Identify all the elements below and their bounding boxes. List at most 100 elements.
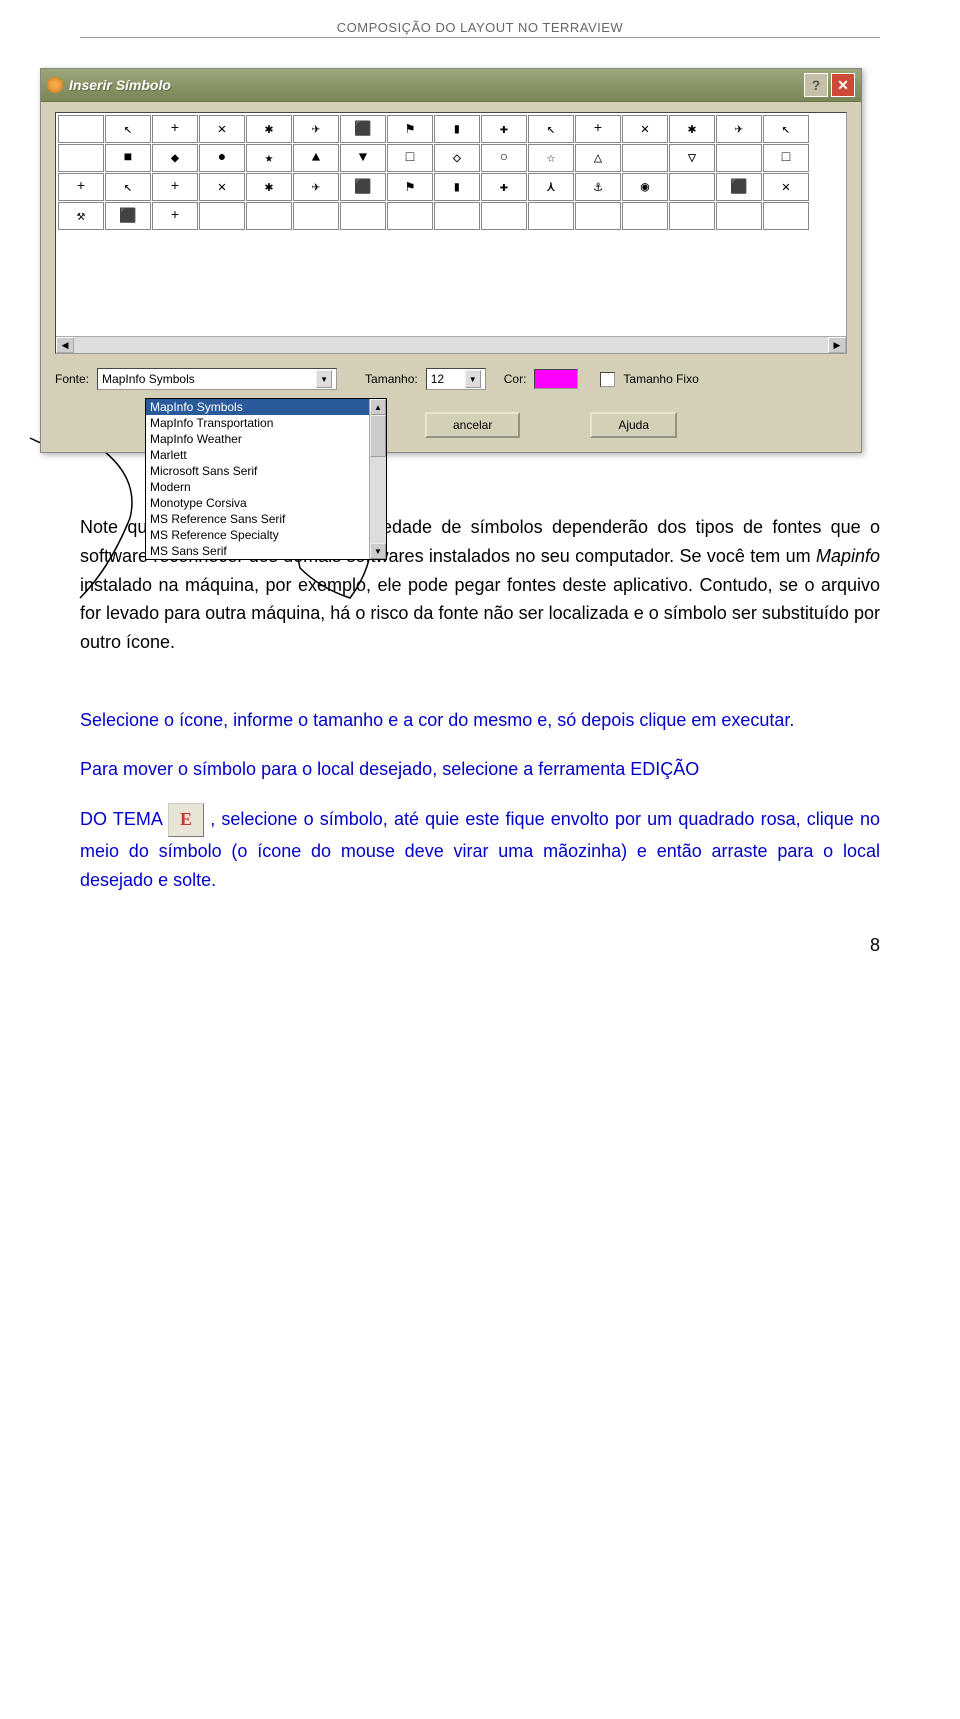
symbol-cell[interactable]: ◉ [622,173,668,201]
symbol-cell[interactable] [622,202,668,230]
symbol-cell[interactable]: ✱ [246,173,292,201]
symbol-cell[interactable]: ⚓ [575,173,621,201]
cor-label: Cor: [504,372,527,386]
scroll-right-icon[interactable]: ▶ [828,337,846,353]
symbol-cell[interactable]: ⬛ [340,115,386,143]
symbol-cell[interactable]: ◆ [152,144,198,172]
symbol-cell[interactable]: ✈ [716,115,762,143]
dropdown-option[interactable]: MapInfo Weather [146,431,386,447]
fonte-label: Fonte: [55,372,89,386]
symbol-cell[interactable] [58,115,104,143]
chevron-down-icon[interactable]: ▼ [316,370,332,388]
symbol-cell[interactable]: ■ [105,144,151,172]
symbol-cell[interactable]: ▲ [293,144,339,172]
help-icon[interactable]: ? [804,73,828,97]
symbol-cell[interactable]: ⬛ [105,202,151,230]
symbol-cell[interactable]: ✚ [481,115,527,143]
color-picker[interactable] [534,369,578,389]
tamanho-fixo-checkbox[interactable] [600,372,615,387]
symbol-cell[interactable]: ↖ [105,115,151,143]
fonte-dropdown[interactable]: MapInfo Symbols ▼ [97,368,337,390]
symbol-cell[interactable]: ✚ [481,173,527,201]
symbol-cell[interactable]: ↖ [528,115,574,143]
cancelar-button[interactable]: ancelar [425,412,520,438]
symbol-cell[interactable] [763,202,809,230]
symbol-cell[interactable] [434,202,480,230]
symbol-cell[interactable]: ▽ [669,144,715,172]
dropdown-option[interactable]: MapInfo Symbols [146,399,386,415]
symbol-cell[interactable]: ⬛ [340,173,386,201]
symbol-cell[interactable] [293,202,339,230]
symbol-cell[interactable]: ✕ [199,173,245,201]
scroll-down-icon[interactable]: ▼ [370,543,386,559]
symbol-cell[interactable]: □ [763,144,809,172]
symbol-cell[interactable]: + [152,115,198,143]
symbol-cell[interactable]: ▮ [434,115,480,143]
dropdown-option[interactable]: MS Reference Sans Serif [146,511,386,527]
symbol-cell[interactable]: ● [199,144,245,172]
paragraph-3: Para mover o símbolo para o local deseja… [80,755,880,784]
symbol-cell[interactable]: ★ [246,144,292,172]
dropdown-option[interactable]: Modern [146,479,386,495]
symbol-cell[interactable] [199,202,245,230]
symbol-cell[interactable]: ✕ [763,173,809,201]
symbol-cell[interactable]: ↖ [105,173,151,201]
symbol-cell[interactable]: + [152,173,198,201]
symbol-cell[interactable] [669,202,715,230]
tamanho-value: 12 [431,372,444,386]
dropdown-option[interactable]: MS Sans Serif [146,543,386,559]
insert-symbol-dialog: Inserir Símbolo ? ✕ ↖+✕✱✈⬛⚑▮✚↖+✕✱✈↖■◆●★▲… [40,68,862,453]
symbol-cell[interactable]: ⬛ [716,173,762,201]
mapinfo-italic: Mapinfo [816,546,880,566]
symbol-cell[interactable] [575,202,621,230]
horizontal-scrollbar[interactable]: ◀ ▶ [56,336,846,353]
scroll-up-icon[interactable]: ▲ [370,399,386,415]
symbol-cell[interactable] [340,202,386,230]
dropdown-option[interactable]: Microsoft Sans Serif [146,463,386,479]
dropdown-option[interactable]: Marlett [146,447,386,463]
symbol-cell[interactable] [481,202,527,230]
fonte-dropdown-list[interactable]: MapInfo SymbolsMapInfo TransportationMap… [145,398,387,560]
symbol-cell[interactable]: □ [387,144,433,172]
symbol-cell[interactable]: ⚒ [58,202,104,230]
symbol-cell[interactable]: ▼ [340,144,386,172]
symbol-cell[interactable]: ✱ [246,115,292,143]
symbol-cell[interactable]: ✕ [622,115,668,143]
dropdown-option[interactable]: Monotype Corsiva [146,495,386,511]
symbol-cell[interactable]: ⋏ [528,173,574,201]
symbol-cell[interactable]: ⚑ [387,173,433,201]
close-icon[interactable]: ✕ [831,73,855,97]
symbol-cell[interactable]: + [575,115,621,143]
ajuda-button[interactable]: Ajuda [590,412,677,438]
scroll-left-icon[interactable]: ◀ [56,337,74,353]
tamanho-dropdown[interactable]: 12 ▼ [426,368,486,390]
scrollbar-thumb[interactable] [370,415,386,457]
symbol-cell[interactable]: ☆ [528,144,574,172]
dialog-titlebar[interactable]: Inserir Símbolo ? ✕ [41,69,861,102]
symbol-cell[interactable] [622,144,668,172]
symbol-cell[interactable] [669,173,715,201]
symbol-cell[interactable]: + [58,173,104,201]
symbol-cell[interactable] [246,202,292,230]
symbol-cell[interactable]: ✕ [199,115,245,143]
symbol-cell[interactable]: ⚑ [387,115,433,143]
dialog-icon [47,77,63,93]
symbol-cell[interactable]: △ [575,144,621,172]
symbol-cell[interactable] [716,144,762,172]
symbol-cell[interactable]: ✈ [293,115,339,143]
symbol-cell[interactable] [716,202,762,230]
chevron-down-icon[interactable]: ▼ [465,370,481,388]
symbol-cell[interactable]: ↖ [763,115,809,143]
dropdown-option[interactable]: MS Reference Specialty [146,527,386,543]
symbol-cell[interactable]: ✱ [669,115,715,143]
symbol-cell[interactable] [58,144,104,172]
symbol-cell[interactable]: ○ [481,144,527,172]
symbol-cell[interactable] [528,202,574,230]
dropdown-scrollbar[interactable]: ▲ ▼ [369,399,386,559]
symbol-cell[interactable]: ▮ [434,173,480,201]
symbol-cell[interactable]: ✈ [293,173,339,201]
symbol-cell[interactable]: ◇ [434,144,480,172]
dropdown-option[interactable]: MapInfo Transportation [146,415,386,431]
symbol-cell[interactable] [387,202,433,230]
symbol-cell[interactable]: + [152,202,198,230]
